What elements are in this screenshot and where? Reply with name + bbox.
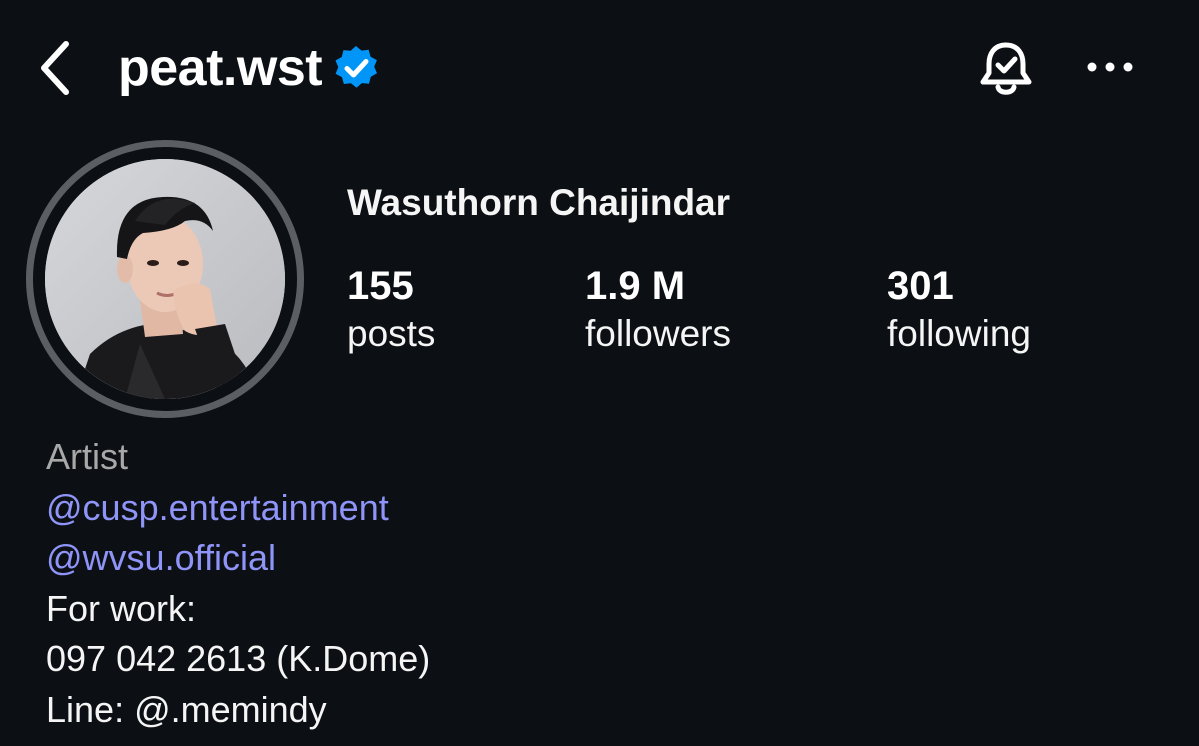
bio-line: 097 042 2613 (K.Dome) bbox=[46, 638, 431, 679]
posts-count: 155 bbox=[347, 264, 414, 308]
bio-line: Line: @.memindy bbox=[46, 688, 327, 730]
mention-link[interactable]: @wvsu.official bbox=[46, 533, 430, 584]
stat-followers[interactable]: 1.9 M followers bbox=[585, 262, 731, 358]
more-options-button[interactable] bbox=[1080, 44, 1140, 90]
following-count: 301 bbox=[887, 264, 954, 308]
followers-label: followers bbox=[585, 313, 731, 354]
back-button[interactable] bbox=[30, 40, 80, 96]
mention-link[interactable]: @cusp.entertainment bbox=[46, 483, 430, 534]
profile-category: Artist bbox=[46, 436, 129, 477]
avatar-photo bbox=[45, 159, 285, 399]
chevron-left-icon bbox=[41, 41, 69, 95]
stat-posts[interactable]: 155 posts bbox=[347, 262, 435, 358]
stat-following[interactable]: 301 following bbox=[887, 262, 1031, 358]
username: peat.wst bbox=[118, 39, 323, 97]
profile-avatar-ring[interactable] bbox=[26, 140, 304, 418]
followers-count: 1.9 M bbox=[585, 264, 686, 308]
more-horizontal-icon bbox=[1087, 62, 1133, 72]
following-label: following bbox=[887, 313, 1031, 354]
bell-check-icon bbox=[980, 42, 1032, 95]
profile-header: peat.wst bbox=[118, 36, 380, 100]
notifications-button[interactable] bbox=[972, 36, 1040, 102]
bio: Artist @cusp.entertainment @wvsu.officia… bbox=[46, 432, 430, 735]
bio-line: For work: bbox=[46, 587, 197, 629]
avatar bbox=[45, 159, 285, 399]
full-name: Wasuthorn Chaijindar bbox=[347, 182, 731, 223]
profile-page: peat.wst Wasuthorn Chaijindar 155 posts … bbox=[0, 0, 1199, 746]
posts-label: posts bbox=[347, 313, 436, 354]
verified-badge-icon bbox=[335, 46, 378, 88]
